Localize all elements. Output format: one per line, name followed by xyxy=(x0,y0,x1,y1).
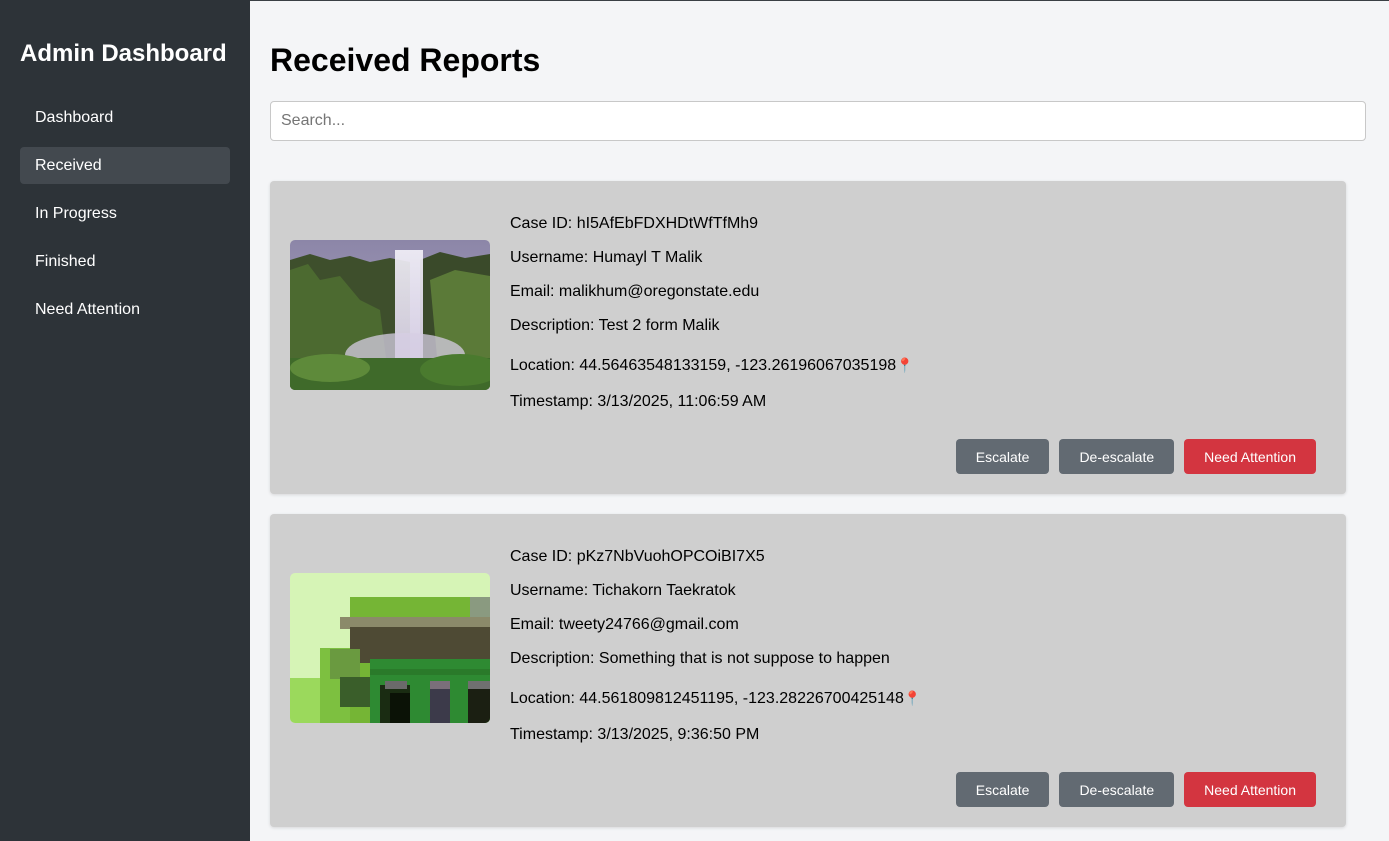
sidebar-title: Admin Dashboard xyxy=(20,40,227,67)
need-attention-button[interactable]: Need Attention xyxy=(1184,439,1316,474)
timestamp: Timestamp: 3/13/2025, 11:06:59 AM xyxy=(510,393,767,410)
location: Location: 44.56463548133159, -123.261960… xyxy=(510,357,897,374)
escalate-button[interactable]: Escalate xyxy=(955,439,1050,474)
deescalate-button[interactable]: De-escalate xyxy=(1059,439,1175,474)
report-image-waterfall[interactable] xyxy=(290,240,490,390)
email: Email: malikhum@oregonstate.edu xyxy=(510,283,760,300)
sidebar-item-in-progress[interactable]: In Progress xyxy=(20,195,230,232)
sidebar-item-finished[interactable]: Finished xyxy=(20,243,230,280)
sidebar-item-need-attention[interactable]: Need Attention xyxy=(20,291,230,328)
username: Username: Tichakorn Taekratok xyxy=(510,582,736,599)
pin-icon[interactable]: 📍 xyxy=(896,357,913,373)
sidebar-item-received[interactable]: Received xyxy=(20,147,230,184)
location-row: Location: 44.56463548133159, -123.261960… xyxy=(510,357,914,375)
location: Location: 44.561809812451195, -123.28226… xyxy=(510,690,904,707)
description: Description: Something that is not suppo… xyxy=(510,650,890,667)
pin-icon[interactable]: 📍 xyxy=(904,690,921,706)
need-attention-button[interactable]: Need Attention xyxy=(1184,772,1316,807)
location-row: Location: 44.561809812451195, -123.28226… xyxy=(510,690,921,708)
sidebar-nav: Dashboard Received In Progress Finished … xyxy=(20,99,230,339)
case-id: Case ID: pKz7NbVuohOPCOiBI7X5 xyxy=(510,548,765,565)
case-id: Case ID: hI5AfEbFDXHDtWfTfMh9 xyxy=(510,215,759,232)
report-image-pixelated[interactable] xyxy=(290,573,490,723)
page-title: Received Reports xyxy=(270,42,541,78)
username: Username: Humayl T Malik xyxy=(510,249,703,266)
timestamp: Timestamp: 3/13/2025, 9:36:50 PM xyxy=(510,726,760,743)
main-content: Received Reports Search... Case ID: hI5A… xyxy=(250,0,1389,841)
sidebar: Admin Dashboard Dashboard Received In Pr… xyxy=(0,0,250,841)
search-input[interactable] xyxy=(270,101,1366,141)
report-actions: Escalate De-escalate Need Attention xyxy=(955,439,1316,474)
report-card: Case ID: pKz7NbVuohOPCOiBI7X5 Username: … xyxy=(270,514,1346,827)
email: Email: tweety24766@gmail.com xyxy=(510,616,739,633)
report-card: Case ID: hI5AfEbFDXHDtWfTfMh9 Username: … xyxy=(270,181,1346,494)
deescalate-button[interactable]: De-escalate xyxy=(1059,772,1175,807)
sidebar-item-dashboard[interactable]: Dashboard xyxy=(20,99,230,136)
description: Description: Test 2 form Malik xyxy=(510,317,720,334)
escalate-button[interactable]: Escalate xyxy=(955,772,1050,807)
report-actions: Escalate De-escalate Need Attention xyxy=(955,772,1316,807)
